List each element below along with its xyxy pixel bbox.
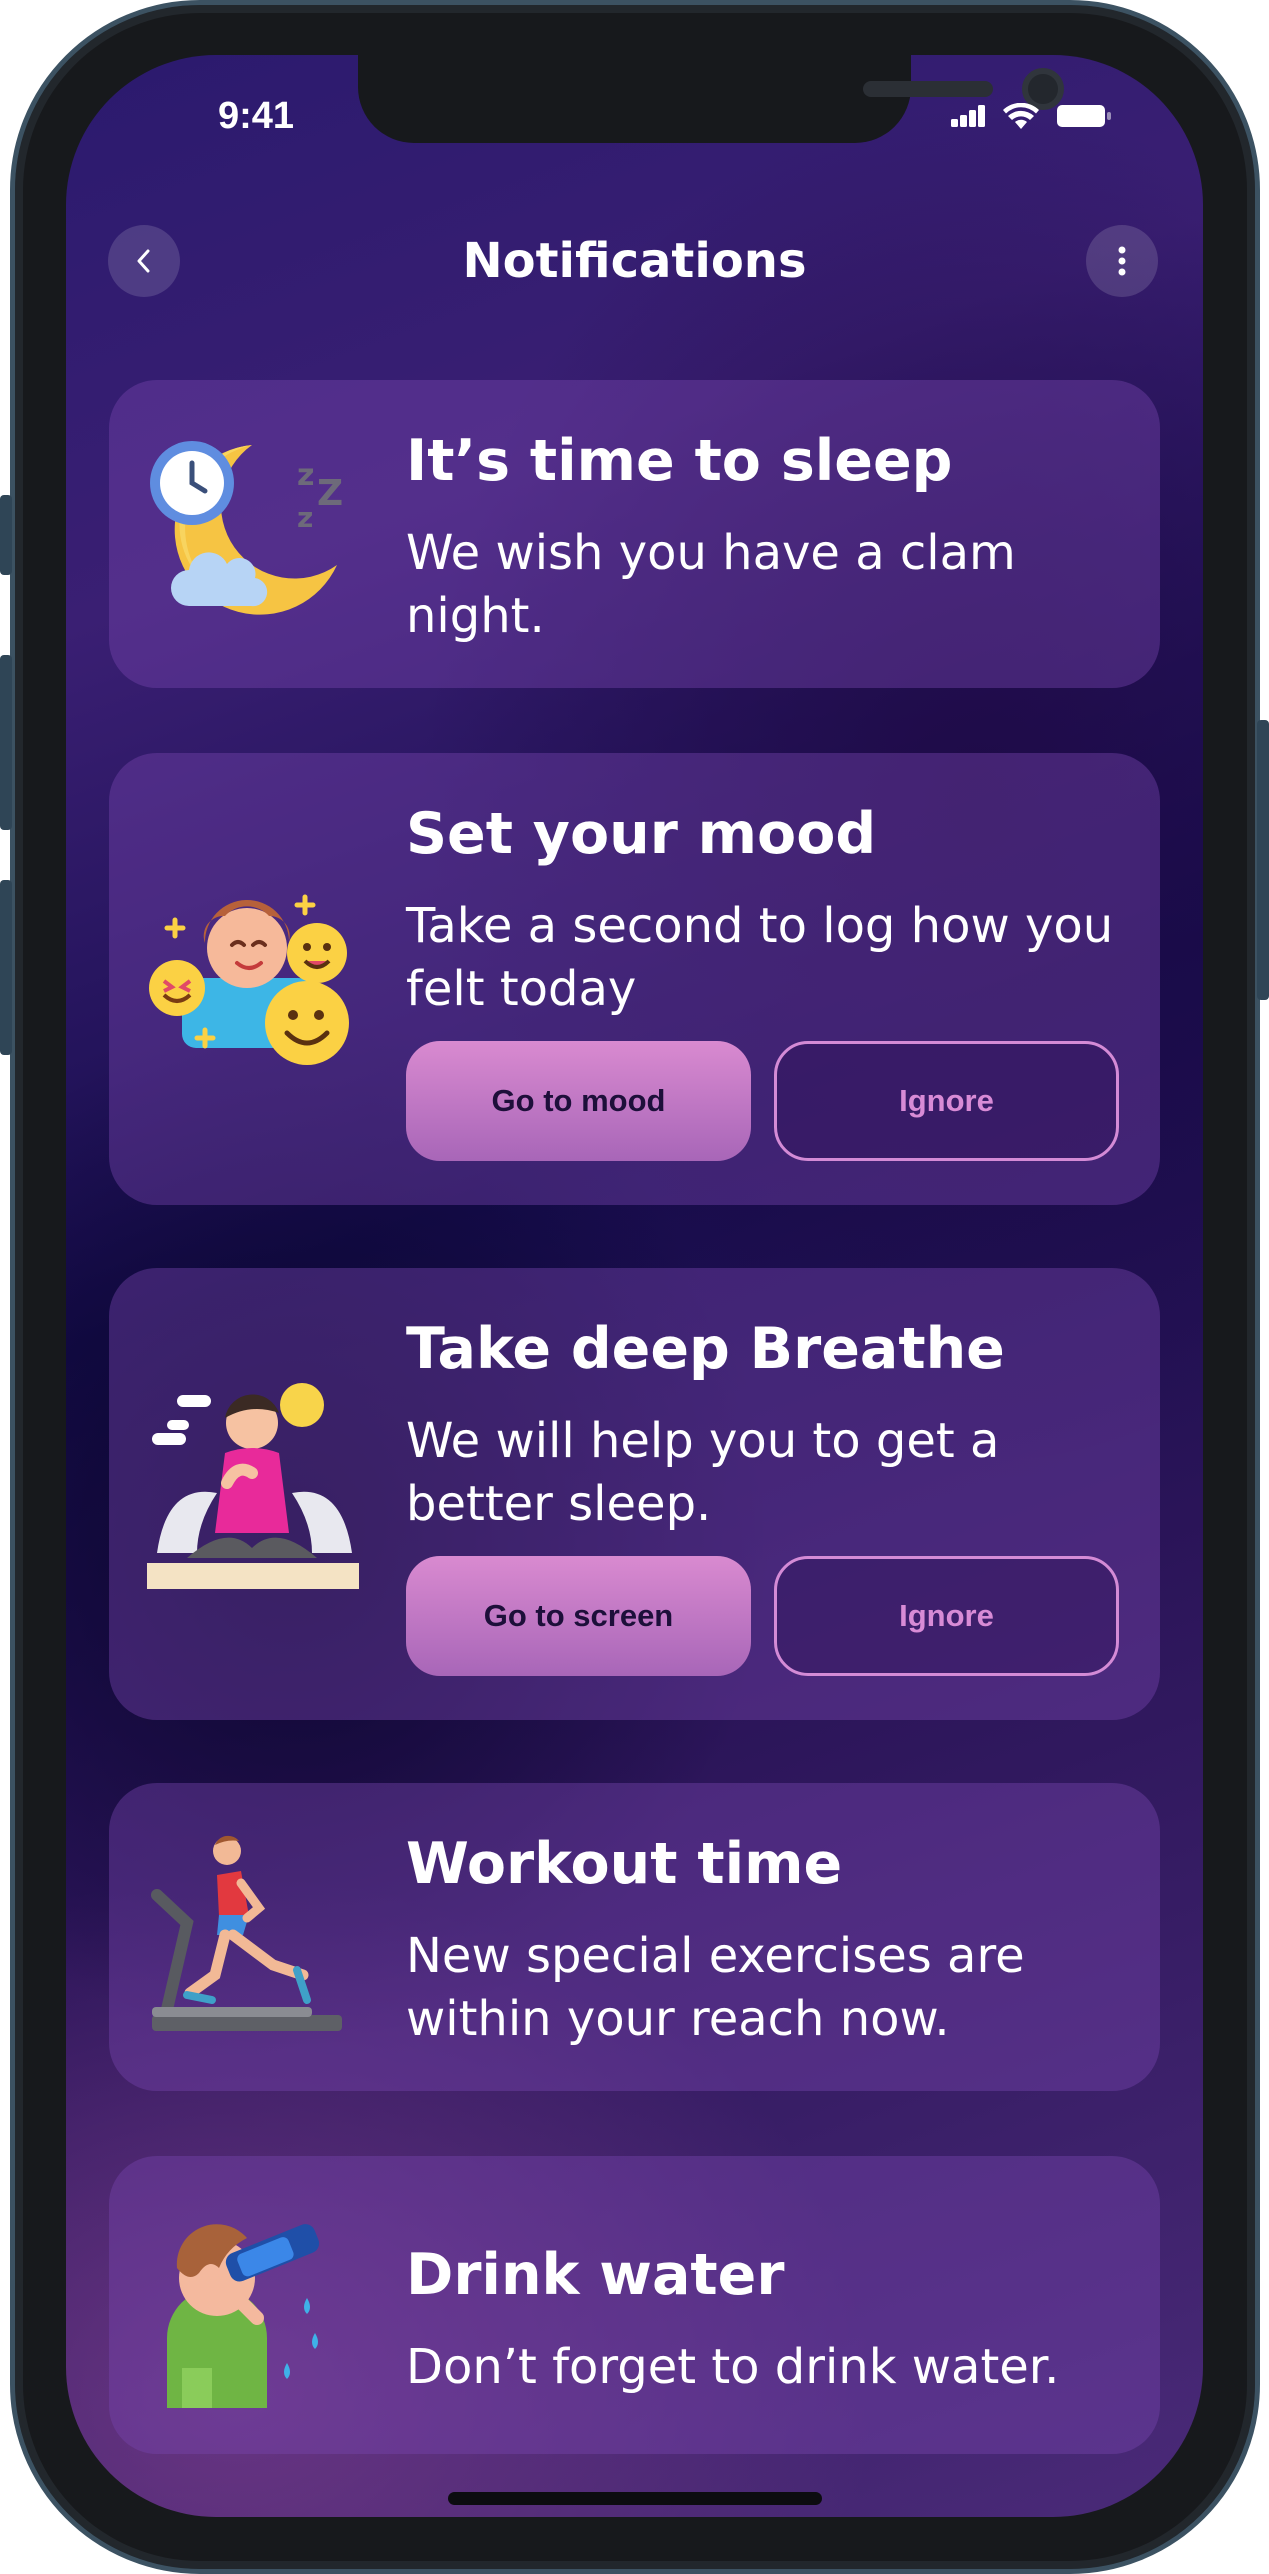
notification-card-sleep[interactable]: z Z z It’s time to sleep We wish you hav… xyxy=(109,380,1160,688)
home-indicator[interactable] xyxy=(448,2492,822,2505)
screen: 9:41 Notifications z Z z It’s time to sl… xyxy=(66,55,1203,2517)
power-button xyxy=(1257,720,1269,1000)
speaker xyxy=(863,81,993,97)
drinking-water-person-icon xyxy=(167,2224,320,2408)
status-time: 9:41 xyxy=(217,95,295,137)
ignore-button[interactable]: Ignore xyxy=(774,1556,1119,1676)
notification-text: We wish you have a clam night. xyxy=(406,525,1016,644)
notification-text: New special exercises are within your re… xyxy=(406,1928,1025,2047)
notification-text: Don’t forget to drink water. xyxy=(406,2339,1060,2395)
status-icons xyxy=(951,103,1111,129)
notification-title: Take deep Breathe xyxy=(406,1316,1005,1382)
battery-icon xyxy=(1057,105,1111,127)
volume-down-button xyxy=(0,880,12,1055)
notification-card-workout[interactable]: Workout time New special exercises are w… xyxy=(109,1783,1160,2091)
notification-card-breathe[interactable]: Take deep Breathe We will help you to ge… xyxy=(109,1268,1160,1720)
meditation-person-icon xyxy=(147,1383,359,1589)
notification-title: Drink water xyxy=(406,2242,785,2308)
notification-card-mood[interactable]: Set your mood Take a second to log how y… xyxy=(109,753,1160,1205)
treadmill-runner-icon xyxy=(151,1835,342,2031)
wifi-icon xyxy=(1003,103,1039,129)
cellular-signal-icon xyxy=(951,105,985,127)
mute-switch xyxy=(0,495,12,575)
notification-title: It’s time to sleep xyxy=(406,428,953,494)
ignore-button[interactable]: Ignore xyxy=(774,1041,1119,1161)
mood-emoji-person-icon xyxy=(149,894,349,1065)
notch xyxy=(358,55,1064,143)
notification-title: Workout time xyxy=(406,1831,843,1897)
moon-clock-sleep-icon: z Z z xyxy=(150,441,343,615)
volume-up-button xyxy=(0,655,12,830)
notification-text: We will help you to get a better sleep. xyxy=(406,1413,1000,1532)
go-to-screen-button[interactable]: Go to screen xyxy=(406,1556,751,1676)
svg-text:Z: Z xyxy=(317,473,343,514)
more-options-button[interactable] xyxy=(1086,225,1158,297)
notification-card-water[interactable]: Drink water Don’t forget to drink water. xyxy=(109,2156,1160,2454)
svg-text:z: z xyxy=(297,458,314,493)
more-vertical-icon xyxy=(1118,246,1126,276)
svg-text:z: z xyxy=(297,501,313,534)
notification-text: Take a second to log how you felt today xyxy=(406,898,1114,1017)
go-to-mood-button[interactable]: Go to mood xyxy=(406,1041,751,1161)
page-title: Notifications xyxy=(462,233,807,289)
notification-title: Set your mood xyxy=(406,801,877,867)
